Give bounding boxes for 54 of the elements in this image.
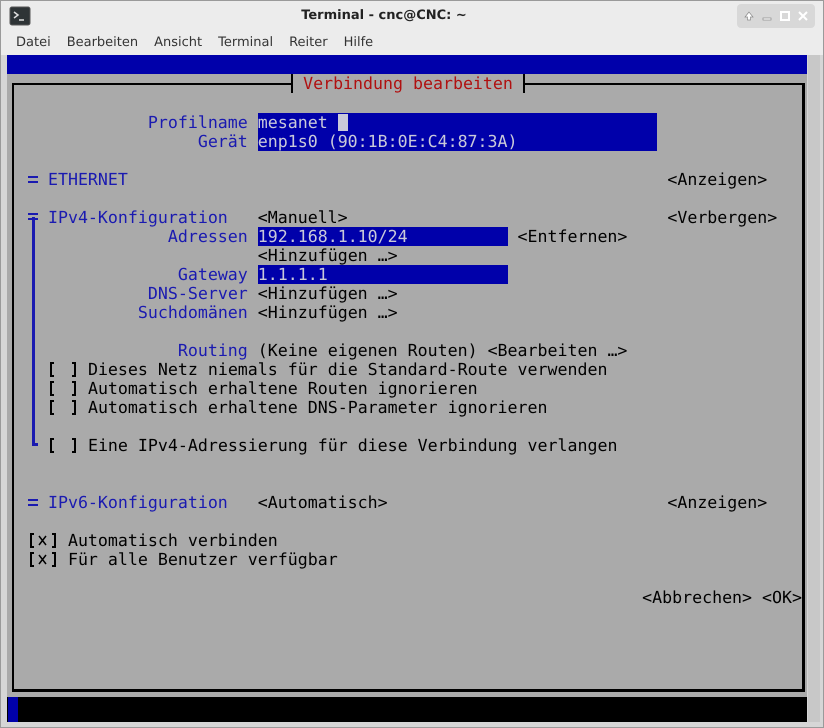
menu-item[interactable]: Reiter xyxy=(281,33,336,53)
window-title: Terminal - cnc@CNC: ~ xyxy=(300,7,468,26)
checkbox-label: Eine IPv4-Adressierung für diese Verbindung verlangen xyxy=(88,436,618,455)
toggle-button[interactable]: <Verbergen> xyxy=(667,208,778,227)
scrollbar[interactable] xyxy=(808,55,820,722)
field-label: Profilname xyxy=(146,113,248,132)
input-field[interactable]: enp1s0 (90:1B:0E:C4:87:3A) xyxy=(258,132,658,151)
section-title: IPv4-Konfiguration xyxy=(48,208,229,227)
input-field[interactable]: 192.168.1.10/24 xyxy=(258,227,508,246)
add-button[interactable]: <Hinzufügen …> xyxy=(258,284,398,303)
input-field[interactable]: mesanet xyxy=(258,113,658,132)
toggle-button[interactable]: <Anzeigen> xyxy=(667,170,768,189)
field-label: Suchdomänen xyxy=(136,303,248,322)
edit-button[interactable]: <Bearbeiten …> xyxy=(488,341,628,360)
checkbox-label: Für alle Benutzer verfügbar xyxy=(68,550,338,569)
menu-item[interactable]: Terminal xyxy=(210,33,282,53)
dialog-title: Verbindung bearbeiten xyxy=(291,74,525,93)
checkbox-label: Automatisch erhaltene DNS-Parameter ignorieren xyxy=(88,398,548,417)
field-label: Gerät xyxy=(196,132,248,151)
checkbox-label: Dieses Netz niemals für die Standard-Route verwenden xyxy=(88,360,608,379)
terminal-icon xyxy=(9,6,31,26)
section-title: ETHERNET xyxy=(48,170,129,189)
input-field[interactable]: 1.1.1.1 xyxy=(258,265,508,284)
checkbox-label: Automatisch verbinden xyxy=(68,531,278,550)
field-label: Gateway xyxy=(176,265,248,284)
field-label: Adressen xyxy=(166,227,248,246)
menu-item[interactable]: Datei xyxy=(8,33,59,53)
add-button[interactable]: <Hinzufügen …> xyxy=(258,246,398,265)
checkbox[interactable] xyxy=(48,436,78,455)
dialog-button[interactable]: <OK> xyxy=(762,588,802,607)
checkbox[interactable] xyxy=(48,360,78,379)
section-title: IPv6-Konfiguration xyxy=(48,493,229,512)
toggle-button[interactable]: <Anzeigen> xyxy=(667,493,768,512)
x-mark-icon xyxy=(38,554,48,565)
text-cursor xyxy=(338,114,348,131)
checkbox-label: Automatisch erhaltene Routen ignorieren xyxy=(88,379,478,398)
checkbox[interactable] xyxy=(48,398,78,417)
dialog-button[interactable]: <Abbrechen> xyxy=(642,588,752,607)
method-dropdown[interactable]: <Automatisch> xyxy=(258,493,388,512)
x-mark-icon xyxy=(38,535,48,546)
checkbox[interactable] xyxy=(28,531,58,550)
field-label: Routing xyxy=(176,341,248,360)
field-label: DNS-Server xyxy=(146,284,248,303)
menu-item[interactable]: Ansicht xyxy=(146,33,210,53)
remove-button[interactable]: <Entfernen> xyxy=(518,227,628,246)
menu-item[interactable]: Hilfe xyxy=(336,33,382,53)
checkbox[interactable] xyxy=(28,550,58,569)
menu-item[interactable]: Bearbeiten xyxy=(58,33,146,53)
method-dropdown[interactable]: <Manuell> xyxy=(258,208,348,227)
up-arrow-icon[interactable] xyxy=(743,10,755,22)
checkbox[interactable] xyxy=(48,379,78,398)
terminal-cursor xyxy=(8,697,18,722)
routes-text: (Keine eigenen Routen) xyxy=(258,341,478,360)
add-button[interactable]: <Hinzufügen …> xyxy=(258,303,398,322)
